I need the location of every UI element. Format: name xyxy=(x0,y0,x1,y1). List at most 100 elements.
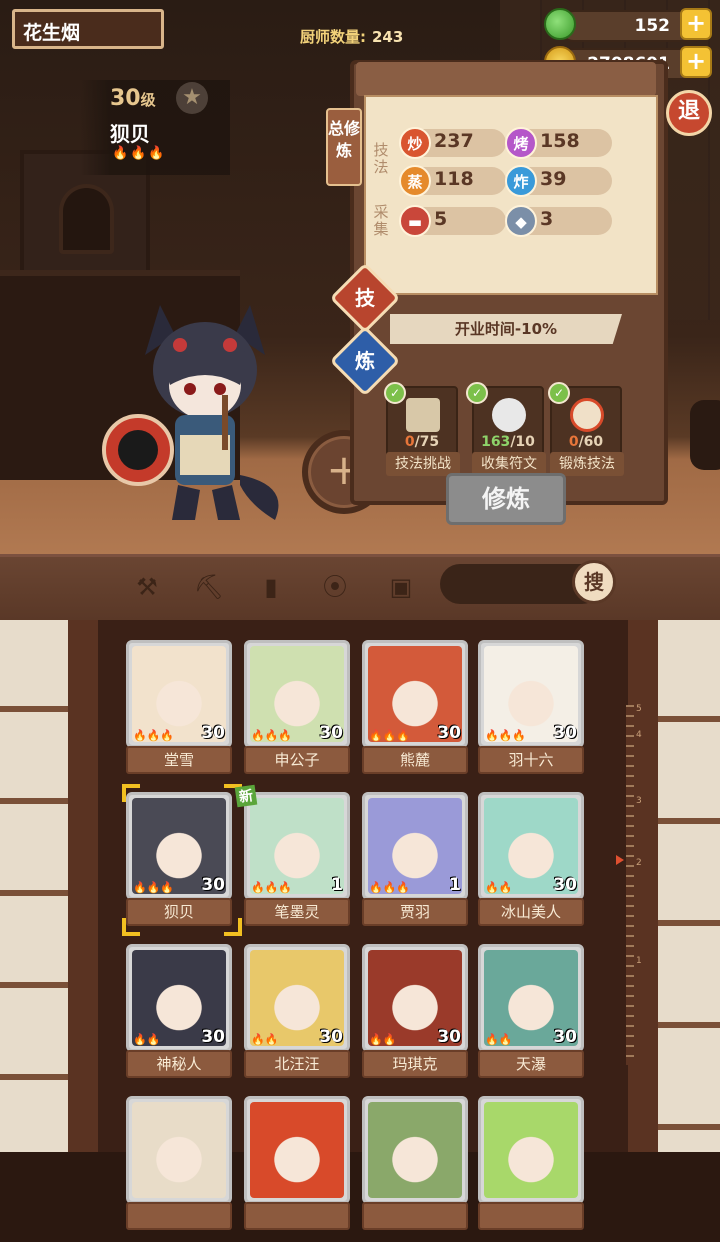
rune-icon xyxy=(492,398,526,432)
check-icon: ✓ xyxy=(466,382,488,404)
shoji-wall-left xyxy=(0,620,72,1152)
chef-card[interactable] xyxy=(478,1096,584,1242)
scroll-ruler[interactable] xyxy=(626,705,634,1065)
deep-fry-icon: 炸 xyxy=(505,165,537,197)
shovel-filter-icon[interactable]: ⛏ xyxy=(192,570,226,604)
chef-name xyxy=(244,1202,350,1230)
opening-time-bonus: 开业时间-10% xyxy=(390,314,622,344)
chef-level: 30 xyxy=(319,723,343,743)
chef-card[interactable]: 🔥🔥🔥 30 堂雪 xyxy=(126,640,232,786)
clock-icon xyxy=(570,398,604,432)
chef-card[interactable] xyxy=(244,1096,350,1242)
chef-card[interactable]: 🔥🔥 30 玛琪克 xyxy=(362,944,468,1090)
player-name[interactable]: 花生烟 xyxy=(12,9,164,49)
cutlery-filter-icon[interactable]: ⚒ xyxy=(130,570,164,604)
chef-portrait-frame: 🔥🔥 30 xyxy=(362,944,468,1052)
chef-level: 30 xyxy=(553,875,577,895)
chef-name: 北汪汪 xyxy=(244,1050,350,1078)
chef-portrait-frame: 🔥🔥🔥 1 xyxy=(244,792,350,900)
chef-flames: 🔥🔥🔥 xyxy=(485,729,527,742)
total-cultivation-tab[interactable]: 总修炼 xyxy=(326,108,362,186)
stat-stir-fry: 炒 237 xyxy=(399,127,506,159)
chef-card[interactable]: 🔥🔥 30 北汪汪 xyxy=(244,944,350,1090)
stat-value: 39 xyxy=(540,168,567,190)
chef-flames: 🔥🔥🔥 xyxy=(369,729,411,742)
map-filter-icon[interactable]: ▣ xyxy=(384,570,418,604)
chef-portrait-frame: 🔥🔥🔥 30 xyxy=(478,640,584,748)
task-progress: 0/60 xyxy=(552,434,620,450)
star-icon[interactable]: ★ xyxy=(176,82,208,114)
chef-card[interactable]: 🔥🔥 30 天瀑 xyxy=(478,944,584,1090)
chef-name: 玛琪克 xyxy=(362,1050,468,1078)
ruler-mark: 3 xyxy=(636,796,642,806)
chef-name: 冰山美人 xyxy=(478,898,584,926)
chef-card[interactable]: 🔥🔥🔥 30 羽十六 xyxy=(478,640,584,786)
cabinet-door xyxy=(59,184,114,254)
chef-level: 30 xyxy=(201,875,225,895)
chef-name: 笔墨灵 xyxy=(244,898,350,926)
check-icon: ✓ xyxy=(384,382,406,404)
chef-count: 厨师数量: 243 xyxy=(300,26,403,47)
stat-value: 3 xyxy=(540,208,554,230)
pot-decor xyxy=(690,400,720,470)
chef-card[interactable]: 🔥🔥🔥 30 狈贝 xyxy=(126,792,232,938)
ruler-mark: 4 xyxy=(636,730,642,740)
steam-icon: 蒸 xyxy=(399,165,431,197)
add-coins-button[interactable]: + xyxy=(680,46,712,78)
chef-card[interactable] xyxy=(362,1096,468,1242)
chef-card[interactable]: 🔥🔥🔥 1 笔墨灵 xyxy=(244,792,350,938)
chef-level: 30 xyxy=(437,1027,461,1047)
character-name: 狈贝 xyxy=(110,122,150,146)
meat-icon: ▬ xyxy=(399,205,431,237)
progress-value: 0 xyxy=(404,434,415,450)
search-button[interactable]: 搜 xyxy=(572,560,616,604)
chef-level: 30 xyxy=(201,1027,225,1047)
location-filter-icon[interactable]: ⦿ xyxy=(318,570,352,604)
jade-icon xyxy=(544,8,576,40)
stat-value: 118 xyxy=(434,168,474,190)
chef-card[interactable]: 🔥🔥🔥 30 申公子 xyxy=(244,640,350,786)
scroll-rod xyxy=(356,62,656,96)
fish-icon: ◆ xyxy=(505,205,537,237)
shoji-wall-right xyxy=(656,620,720,1152)
chef-card[interactable]: 🔥🔥🔥 1 贾羽 xyxy=(362,792,468,938)
stat-fish: ◆ 3 xyxy=(505,205,612,237)
stir-fry-icon: 炒 xyxy=(399,127,431,159)
chef-card[interactable]: 🔥🔥 30 神秘人 xyxy=(126,944,232,1090)
train-button[interactable]: 修炼 xyxy=(446,473,566,525)
chef-portrait xyxy=(132,1102,226,1198)
chef-portrait-frame: 🔥🔥🔥 30 xyxy=(126,792,232,900)
chef-flames: 🔥🔥 xyxy=(251,1033,279,1046)
chef-name: 熊麓 xyxy=(362,746,468,774)
chef-portrait-frame: 🔥🔥 30 xyxy=(126,944,232,1052)
refine-tab-label: 炼 xyxy=(355,349,375,373)
character-sprite xyxy=(102,305,279,520)
stat-value: 158 xyxy=(540,130,580,152)
chef-name: 贾羽 xyxy=(362,898,468,926)
chef-portrait-frame: 🔥🔥🔥 30 xyxy=(244,640,350,748)
chef-level: 30 xyxy=(319,1027,343,1047)
chef-flames: 🔥🔥🔥 xyxy=(369,881,411,894)
chef-portrait-frame: 🔥🔥🔥 30 xyxy=(362,640,468,748)
progress-total: /60 xyxy=(578,434,604,450)
character-flames: 🔥🔥🔥 xyxy=(112,146,167,161)
jar-filter-icon[interactable]: ▮ xyxy=(254,570,288,604)
character-level: 30级 xyxy=(110,86,156,111)
chef-level: 1 xyxy=(331,875,343,895)
chef-card[interactable]: 🔥🔥 30 冰山美人 xyxy=(478,792,584,938)
progress-total: /10 xyxy=(510,434,535,450)
chef-count-label: 厨师数量: xyxy=(300,28,366,46)
chef-count-value: 243 xyxy=(372,28,404,46)
chef-flames: 🔥🔥🔥 xyxy=(133,881,175,894)
chef-portrait-frame xyxy=(126,1096,232,1204)
chef-card[interactable] xyxy=(126,1096,232,1242)
add-jade-button[interactable]: + xyxy=(680,8,712,40)
gather-category-label: 采集 xyxy=(373,203,389,238)
chef-level: 30 xyxy=(553,1027,577,1047)
chef-portrait-frame xyxy=(362,1096,468,1204)
chef-portrait-frame xyxy=(244,1096,350,1204)
exit-button[interactable]: 退 xyxy=(666,90,712,136)
chef-card[interactable]: 🔥🔥🔥 30 熊麓 xyxy=(362,640,468,786)
chef-flames: 🔥🔥 xyxy=(485,1033,513,1046)
stat-value: 5 xyxy=(434,208,448,230)
